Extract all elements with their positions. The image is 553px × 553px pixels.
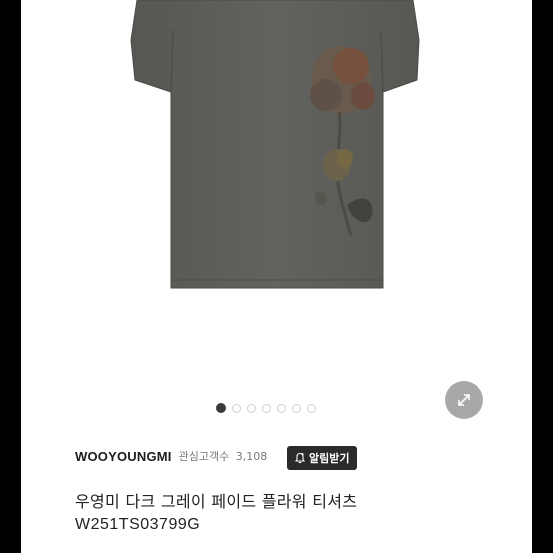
bell-plus-icon [294,452,306,464]
product-image[interactable] [21,0,532,385]
product-title: 우영미 다크 그레이 페이드 플라워 티셔츠 [75,492,358,511]
watchers-info: 관심고객수 3,108 [179,448,268,464]
alert-button-label: 알림받기 [309,452,350,465]
pagination-dot[interactable] [307,403,316,413]
tshirt-image [130,0,420,289]
expand-arrows-icon [458,394,470,406]
pagination-dot[interactable] [277,403,286,413]
pagination-dot[interactable] [232,403,241,413]
product-screen: WOOYOUNGMI 관심고객수 3,108 알림받기 우영미 다크 그레이 페… [21,0,532,553]
pagination-dot[interactable] [247,403,256,413]
watchers-count: 3,108 [235,450,268,463]
pagination-dot[interactable] [262,403,271,413]
expand-image-button[interactable] [445,381,483,419]
pagination-dot[interactable] [216,403,226,413]
image-pagination [216,403,316,413]
brand-name[interactable]: WOOYOUNGMI [75,449,172,464]
brand-row: WOOYOUNGMI 관심고객수 3,108 [75,448,267,464]
watchers-label: 관심고객수 [178,450,230,463]
pagination-dot[interactable] [292,403,301,413]
product-code: W251TS03799G [75,516,201,533]
alert-button[interactable]: 알림받기 [287,446,358,470]
